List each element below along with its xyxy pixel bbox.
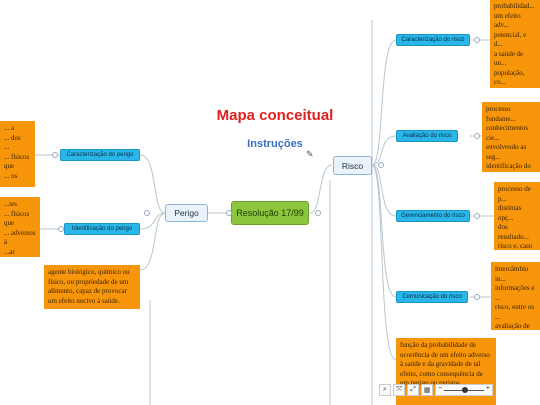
- zoom-knob[interactable]: [462, 387, 468, 393]
- note-caracterizacao-perigo: ... a ... dos ... ... físicos que ... os: [0, 121, 35, 187]
- note-comunicacao-risco: intercâmbio in... informações e ... risc…: [491, 262, 540, 330]
- central-node[interactable]: Resolução 17/99: [231, 201, 309, 225]
- collapse-toggle-comunicacao-risco[interactable]: [474, 294, 480, 300]
- zoom-out-icon[interactable]: −: [438, 385, 442, 392]
- collapse-toggle-risco[interactable]: [378, 162, 384, 168]
- expand-icon[interactable]: ⤢: [407, 384, 419, 396]
- grid-icon[interactable]: ▦: [421, 384, 433, 396]
- zoom-slider[interactable]: − +: [435, 384, 493, 396]
- mind-map-canvas[interactable]: Mapa conceitual Instruções ✎ Resolução 1…: [0, 0, 540, 405]
- map-title: Mapa conceitual: [216, 107, 334, 124]
- collapse-toggle-avaliacao-risco[interactable]: [474, 133, 480, 139]
- zoom-in-icon[interactable]: +: [486, 385, 490, 392]
- collapse-toggle-perigo[interactable]: [144, 210, 150, 216]
- note-icon[interactable]: ✎: [306, 149, 314, 160]
- node-comunicacao-risco[interactable]: Comunicação do risco: [396, 291, 468, 303]
- node-caracterizacao-risco[interactable]: Caracterização do risco: [396, 34, 470, 46]
- collapse-toggle-caracterizacao-risco[interactable]: [474, 37, 480, 43]
- note-identificacao-perigo: ...tes ... físicos que ... adversos à ..…: [0, 197, 40, 257]
- node-caracterizacao-perigo[interactable]: Caracterização do perigo: [60, 149, 140, 161]
- collapse-toggle-central-right[interactable]: [315, 210, 321, 216]
- note-caracterizacao-risco: probabilidad... um efeito adv... potenci…: [490, 0, 540, 88]
- collapse-toggle-central-left[interactable]: [226, 210, 232, 216]
- instructions-link[interactable]: Instruções: [235, 138, 315, 150]
- note-avaliacao-risco: processo fundame... conhecimentos cie...…: [482, 102, 540, 172]
- node-perigo[interactable]: Perigo: [165, 204, 208, 222]
- zoom-toolbar: ⌕ ⤧ ⤢ ▦ − +: [379, 383, 493, 397]
- collapse-toggle-gerenciamento-risco[interactable]: [474, 213, 480, 219]
- node-gerenciamento-risco[interactable]: Gerenciamento do risco: [396, 210, 470, 222]
- node-identificacao-perigo[interactable]: Identificação do perigo: [64, 223, 140, 235]
- search-icon[interactable]: ⌕: [379, 384, 391, 396]
- collapse-toggle-caracterizacao-perigo[interactable]: [52, 152, 58, 158]
- fit-icon[interactable]: ⤧: [393, 384, 405, 396]
- node-risco[interactable]: Risco: [333, 156, 372, 175]
- note-perigo: agente biológico, químico ou físico, ou …: [44, 265, 140, 309]
- node-avaliacao-risco[interactable]: Avaliação do risco: [396, 130, 458, 142]
- note-gerenciamento-risco: processo de p... distintas opç... dos re…: [494, 182, 540, 250]
